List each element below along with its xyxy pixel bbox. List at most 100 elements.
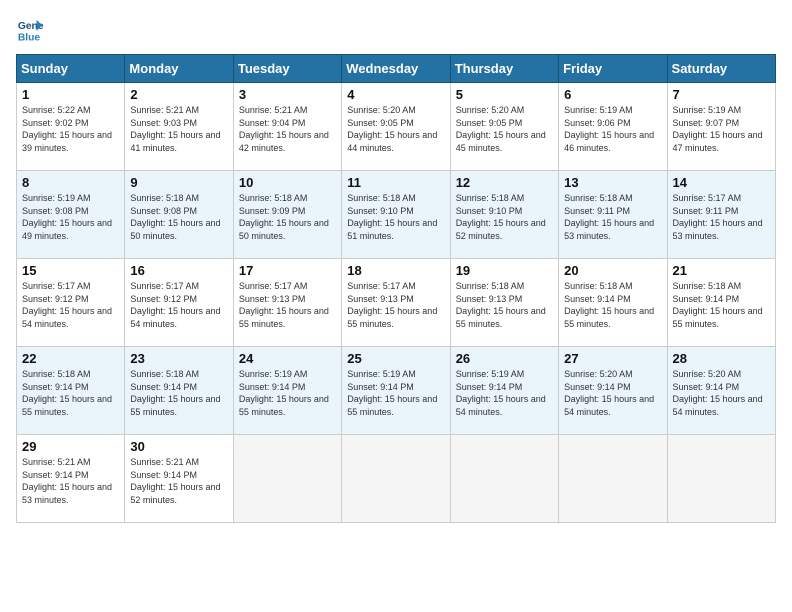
day-number: 27	[564, 351, 661, 366]
day-info: Sunrise: 5:18 AMSunset: 9:09 PMDaylight:…	[239, 192, 336, 242]
calendar-cell: 13 Sunrise: 5:18 AMSunset: 9:11 PMDayligh…	[559, 171, 667, 259]
day-number: 19	[456, 263, 553, 278]
header-sunday: Sunday	[17, 55, 125, 83]
day-number: 5	[456, 87, 553, 102]
calendar-cell	[667, 435, 775, 523]
day-info: Sunrise: 5:17 AMSunset: 9:11 PMDaylight:…	[673, 192, 770, 242]
day-info: Sunrise: 5:21 AMSunset: 9:14 PMDaylight:…	[22, 456, 119, 506]
day-number: 29	[22, 439, 119, 454]
calendar-cell	[450, 435, 558, 523]
calendar-cell: 12 Sunrise: 5:18 AMSunset: 9:10 PMDayligh…	[450, 171, 558, 259]
day-number: 21	[673, 263, 770, 278]
calendar-cell: 30 Sunrise: 5:21 AMSunset: 9:14 PMDayligh…	[125, 435, 233, 523]
day-number: 24	[239, 351, 336, 366]
calendar-cell: 7 Sunrise: 5:19 AMSunset: 9:07 PMDaylight…	[667, 83, 775, 171]
header-friday: Friday	[559, 55, 667, 83]
day-info: Sunrise: 5:17 AMSunset: 9:12 PMDaylight:…	[22, 280, 119, 330]
day-number: 17	[239, 263, 336, 278]
day-number: 12	[456, 175, 553, 190]
day-info: Sunrise: 5:18 AMSunset: 9:14 PMDaylight:…	[673, 280, 770, 330]
day-info: Sunrise: 5:21 AMSunset: 9:14 PMDaylight:…	[130, 456, 227, 506]
calendar-week-row: 22 Sunrise: 5:18 AMSunset: 9:14 PMDayligh…	[17, 347, 776, 435]
day-number: 7	[673, 87, 770, 102]
calendar-cell: 1 Sunrise: 5:22 AMSunset: 9:02 PMDaylight…	[17, 83, 125, 171]
calendar-cell: 3 Sunrise: 5:21 AMSunset: 9:04 PMDaylight…	[233, 83, 341, 171]
calendar-cell: 15 Sunrise: 5:17 AMSunset: 9:12 PMDayligh…	[17, 259, 125, 347]
calendar-cell: 17 Sunrise: 5:17 AMSunset: 9:13 PMDayligh…	[233, 259, 341, 347]
day-info: Sunrise: 5:18 AMSunset: 9:10 PMDaylight:…	[456, 192, 553, 242]
day-number: 10	[239, 175, 336, 190]
day-number: 1	[22, 87, 119, 102]
day-info: Sunrise: 5:19 AMSunset: 9:08 PMDaylight:…	[22, 192, 119, 242]
day-info: Sunrise: 5:18 AMSunset: 9:14 PMDaylight:…	[22, 368, 119, 418]
calendar-cell: 29 Sunrise: 5:21 AMSunset: 9:14 PMDayligh…	[17, 435, 125, 523]
calendar-cell: 8 Sunrise: 5:19 AMSunset: 9:08 PMDaylight…	[17, 171, 125, 259]
day-info: Sunrise: 5:19 AMSunset: 9:14 PMDaylight:…	[456, 368, 553, 418]
calendar-cell: 24 Sunrise: 5:19 AMSunset: 9:14 PMDayligh…	[233, 347, 341, 435]
calendar-cell	[559, 435, 667, 523]
day-number: 20	[564, 263, 661, 278]
calendar-cell: 23 Sunrise: 5:18 AMSunset: 9:14 PMDayligh…	[125, 347, 233, 435]
day-number: 23	[130, 351, 227, 366]
day-info: Sunrise: 5:21 AMSunset: 9:03 PMDaylight:…	[130, 104, 227, 154]
header-monday: Monday	[125, 55, 233, 83]
calendar-cell: 11 Sunrise: 5:18 AMSunset: 9:10 PMDayligh…	[342, 171, 450, 259]
day-info: Sunrise: 5:22 AMSunset: 9:02 PMDaylight:…	[22, 104, 119, 154]
day-info: Sunrise: 5:18 AMSunset: 9:10 PMDaylight:…	[347, 192, 444, 242]
day-number: 4	[347, 87, 444, 102]
day-info: Sunrise: 5:18 AMSunset: 9:14 PMDaylight:…	[130, 368, 227, 418]
calendar-week-row: 1 Sunrise: 5:22 AMSunset: 9:02 PMDaylight…	[17, 83, 776, 171]
day-number: 6	[564, 87, 661, 102]
calendar-cell: 27 Sunrise: 5:20 AMSunset: 9:14 PMDayligh…	[559, 347, 667, 435]
calendar-cell: 26 Sunrise: 5:19 AMSunset: 9:14 PMDayligh…	[450, 347, 558, 435]
day-number: 11	[347, 175, 444, 190]
calendar-week-row: 15 Sunrise: 5:17 AMSunset: 9:12 PMDayligh…	[17, 259, 776, 347]
day-info: Sunrise: 5:18 AMSunset: 9:13 PMDaylight:…	[456, 280, 553, 330]
day-number: 3	[239, 87, 336, 102]
calendar-cell: 18 Sunrise: 5:17 AMSunset: 9:13 PMDayligh…	[342, 259, 450, 347]
day-number: 13	[564, 175, 661, 190]
day-info: Sunrise: 5:20 AMSunset: 9:05 PMDaylight:…	[347, 104, 444, 154]
day-number: 8	[22, 175, 119, 190]
logo: General Blue	[16, 16, 44, 44]
day-number: 30	[130, 439, 227, 454]
day-number: 15	[22, 263, 119, 278]
day-number: 14	[673, 175, 770, 190]
logo-icon: General Blue	[16, 16, 44, 44]
calendar-cell: 14 Sunrise: 5:17 AMSunset: 9:11 PMDayligh…	[667, 171, 775, 259]
page-header: General Blue	[16, 16, 776, 44]
calendar-cell	[342, 435, 450, 523]
calendar-week-row: 29 Sunrise: 5:21 AMSunset: 9:14 PMDayligh…	[17, 435, 776, 523]
day-number: 2	[130, 87, 227, 102]
calendar-cell: 21 Sunrise: 5:18 AMSunset: 9:14 PMDayligh…	[667, 259, 775, 347]
calendar-cell: 4 Sunrise: 5:20 AMSunset: 9:05 PMDaylight…	[342, 83, 450, 171]
svg-text:Blue: Blue	[18, 32, 41, 43]
day-info: Sunrise: 5:17 AMSunset: 9:13 PMDaylight:…	[239, 280, 336, 330]
calendar-table: Sunday Monday Tuesday Wednesday Thursday…	[16, 54, 776, 523]
day-info: Sunrise: 5:19 AMSunset: 9:14 PMDaylight:…	[239, 368, 336, 418]
day-info: Sunrise: 5:18 AMSunset: 9:11 PMDaylight:…	[564, 192, 661, 242]
calendar-cell: 16 Sunrise: 5:17 AMSunset: 9:12 PMDayligh…	[125, 259, 233, 347]
day-number: 22	[22, 351, 119, 366]
day-number: 26	[456, 351, 553, 366]
day-info: Sunrise: 5:17 AMSunset: 9:12 PMDaylight:…	[130, 280, 227, 330]
day-info: Sunrise: 5:19 AMSunset: 9:06 PMDaylight:…	[564, 104, 661, 154]
day-info: Sunrise: 5:21 AMSunset: 9:04 PMDaylight:…	[239, 104, 336, 154]
calendar-cell: 28Sunrise: 5:20 AMSunset: 9:14 PMDayligh…	[667, 347, 775, 435]
calendar-cell: 6 Sunrise: 5:19 AMSunset: 9:06 PMDaylight…	[559, 83, 667, 171]
day-info: Sunrise: 5:17 AMSunset: 9:13 PMDaylight:…	[347, 280, 444, 330]
day-info: Sunrise: 5:20 AMSunset: 9:14 PMDaylight:…	[564, 368, 661, 418]
calendar-cell: 5 Sunrise: 5:20 AMSunset: 9:05 PMDaylight…	[450, 83, 558, 171]
day-info: Sunrise: 5:20 AMSunset: 9:05 PMDaylight:…	[456, 104, 553, 154]
calendar-cell: 22 Sunrise: 5:18 AMSunset: 9:14 PMDayligh…	[17, 347, 125, 435]
calendar-cell	[233, 435, 341, 523]
header-saturday: Saturday	[667, 55, 775, 83]
day-number: 16	[130, 263, 227, 278]
calendar-cell: 19 Sunrise: 5:18 AMSunset: 9:13 PMDayligh…	[450, 259, 558, 347]
day-info: Sunrise: 5:18 AMSunset: 9:14 PMDaylight:…	[564, 280, 661, 330]
day-info: Sunrise: 5:19 AMSunset: 9:07 PMDaylight:…	[673, 104, 770, 154]
day-number: 18	[347, 263, 444, 278]
day-info: Sunrise: 5:20 AMSunset: 9:14 PMDaylight:…	[673, 368, 770, 418]
day-number: 9	[130, 175, 227, 190]
header-thursday: Thursday	[450, 55, 558, 83]
